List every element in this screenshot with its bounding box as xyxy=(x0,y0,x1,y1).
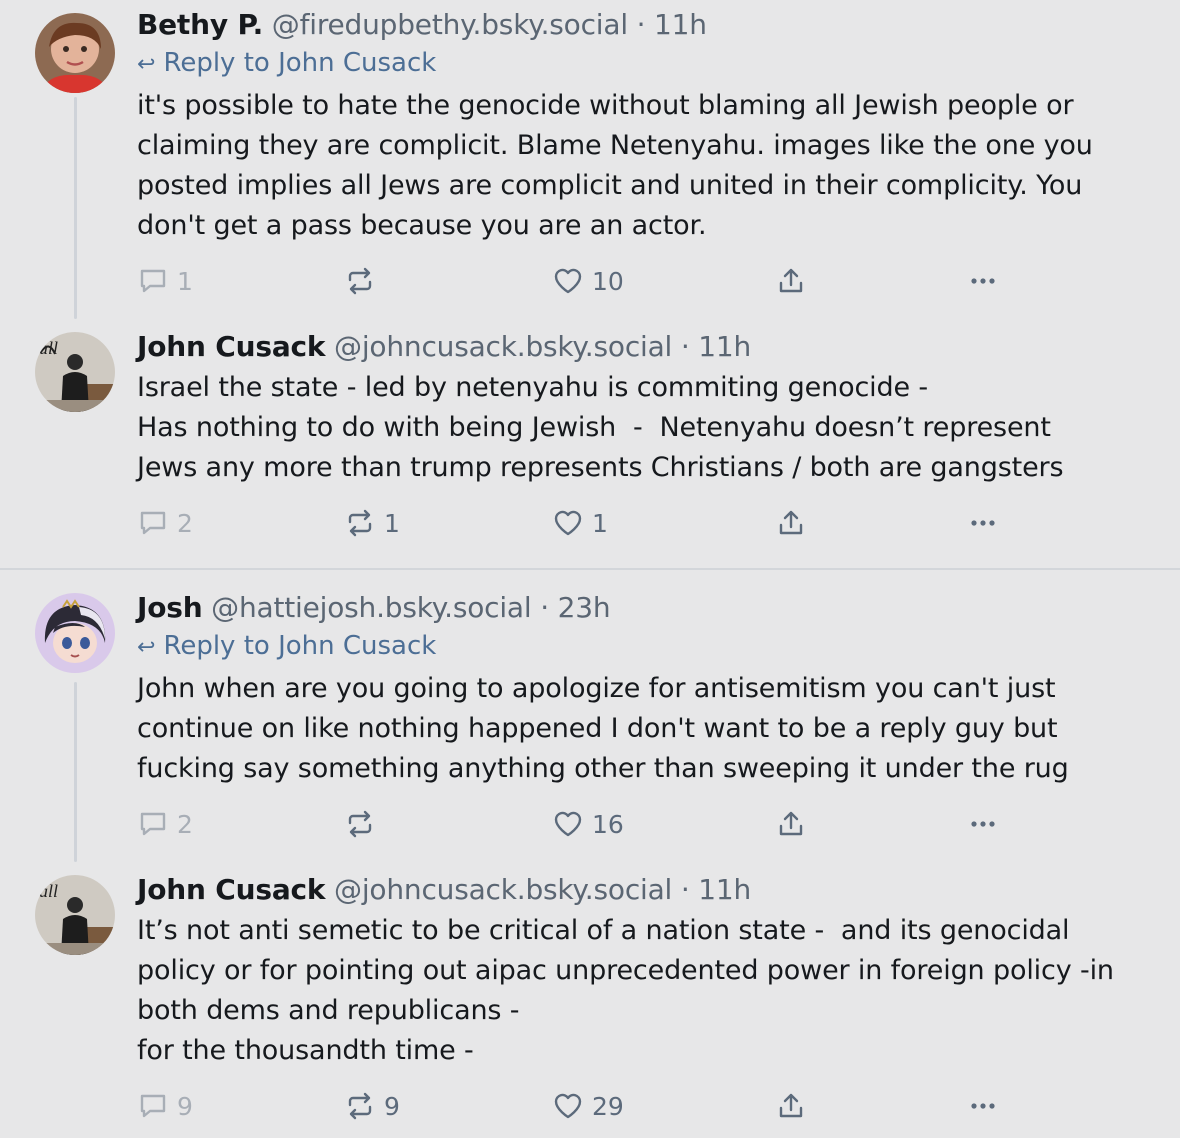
reply-icon xyxy=(140,269,166,293)
like-button[interactable]: 1 xyxy=(552,503,608,543)
post-time[interactable]: 11h xyxy=(698,330,751,363)
avatar[interactable] xyxy=(35,13,115,93)
share-icon xyxy=(779,510,803,535)
more-options-button[interactable] xyxy=(967,804,999,844)
author-handle[interactable]: @johncusack.bsky.social xyxy=(334,330,672,363)
reply-count: 2 xyxy=(177,809,193,839)
heart-icon xyxy=(554,1093,582,1119)
author-handle[interactable]: @firedupbethy.bsky.social xyxy=(272,8,628,41)
separator-dot: · xyxy=(680,873,690,906)
post-header: Bethy P. @firedupbethy.bsky.social · 11h xyxy=(137,8,1170,42)
post-text: Israel the state - led by netenyahu is c… xyxy=(137,372,1064,483)
author-handle[interactable]: @hattiejosh.bsky.social xyxy=(211,591,532,624)
like-count: 10 xyxy=(592,266,624,296)
separator-dot: · xyxy=(636,8,646,41)
post-header: John Cusack @johncusack.bsky.social · 11… xyxy=(137,873,1170,907)
post-time[interactable]: 11h xyxy=(654,8,707,41)
repost-icon xyxy=(348,267,372,295)
post-text: it's possible to hate the genocide witho… xyxy=(137,90,1093,241)
repost-count: 1 xyxy=(384,508,400,538)
repost-icon xyxy=(348,1092,372,1120)
share-button[interactable] xyxy=(775,261,807,301)
svg-text:all: all xyxy=(39,881,58,901)
reply-icon xyxy=(140,1094,166,1118)
reply-button[interactable]: 1 xyxy=(137,261,193,301)
repost-button[interactable]: 9 xyxy=(344,1086,400,1126)
separator-dot: · xyxy=(680,330,690,363)
separator-dot: · xyxy=(540,591,549,624)
repost-button[interactable] xyxy=(344,261,384,301)
reply-count: 2 xyxy=(177,508,193,538)
thread-line xyxy=(74,97,77,319)
reply-count: 1 xyxy=(177,266,193,296)
reply-button[interactable]: 2 xyxy=(137,804,193,844)
post-text: John when are you going to apologize for… xyxy=(137,673,1069,784)
share-icon xyxy=(779,1093,803,1118)
repost-icon xyxy=(348,810,372,838)
like-button[interactable]: 16 xyxy=(552,804,624,844)
reply-to-label: Reply to John Cusack xyxy=(163,48,437,78)
avatar[interactable]: all xyxy=(35,875,115,955)
post-header: John Cusack @johncusack.bsky.social · 11… xyxy=(137,330,1170,364)
post-time[interactable]: 11h xyxy=(698,873,751,906)
more-dots-icon xyxy=(971,1103,995,1109)
author-name[interactable]: Josh xyxy=(137,591,203,624)
reply-icon xyxy=(140,812,166,836)
like-count: 16 xyxy=(592,809,624,839)
author-name[interactable]: John Cusack xyxy=(137,330,326,363)
share-button[interactable] xyxy=(775,503,807,543)
author-handle[interactable]: @johncusack.bsky.social xyxy=(334,873,672,906)
reply-button[interactable]: 9 xyxy=(137,1086,193,1126)
post-actions: 1 10 xyxy=(137,261,1017,301)
post-actions: 2 16 xyxy=(137,804,1017,844)
post-actions: 9 9 29 xyxy=(137,1086,1017,1126)
author-name[interactable]: John Cusack xyxy=(137,873,326,906)
like-button[interactable]: 29 xyxy=(552,1086,624,1126)
like-count: 1 xyxy=(592,508,608,538)
more-dots-icon xyxy=(971,821,995,827)
avatar-image-josh xyxy=(35,593,115,673)
avatar[interactable]: all xyxy=(35,332,115,412)
post-text: It’s not anti semetic to be critical of … xyxy=(137,915,1114,1066)
reply-button[interactable]: 2 xyxy=(137,503,193,543)
repost-icon xyxy=(348,509,372,537)
author-name[interactable]: Bethy P. xyxy=(137,8,263,41)
repost-button[interactable] xyxy=(344,804,384,844)
repost-count: 9 xyxy=(384,1091,400,1121)
thread-divider xyxy=(0,568,1180,570)
avatar-image-john-cusack: all xyxy=(35,332,115,412)
heart-icon xyxy=(554,510,582,536)
share-icon xyxy=(779,268,803,293)
repost-button[interactable]: 1 xyxy=(344,503,400,543)
share-icon xyxy=(779,811,803,836)
share-button[interactable] xyxy=(775,804,807,844)
reply-icon xyxy=(140,511,166,535)
reply-to-link[interactable]: ↩ Reply to John Cusack xyxy=(137,629,1170,665)
more-options-button[interactable] xyxy=(967,1086,999,1126)
reply-arrow-icon: ↩ xyxy=(137,635,156,660)
reply-to-link[interactable]: ↩ Reply to John Cusack xyxy=(137,46,1170,82)
avatar[interactable] xyxy=(35,593,115,673)
avatar-image-john-cusack: all xyxy=(35,875,115,955)
like-count: 29 xyxy=(592,1091,624,1121)
more-options-button[interactable] xyxy=(967,503,999,543)
more-options-button[interactable] xyxy=(967,261,999,301)
avatar-image-bethy xyxy=(35,13,115,93)
share-button[interactable] xyxy=(775,1086,807,1126)
post-actions: 2 1 1 xyxy=(137,503,1017,543)
heart-icon xyxy=(554,268,582,294)
reply-count: 9 xyxy=(177,1091,193,1121)
post-header: Josh @hattiejosh.bsky.social · 23h xyxy=(137,591,1170,625)
svg-text:all: all xyxy=(39,338,58,358)
like-button[interactable]: 10 xyxy=(552,261,624,301)
thread-line xyxy=(74,682,77,862)
reply-arrow-icon: ↩ xyxy=(137,52,156,77)
heart-icon xyxy=(554,811,582,837)
post-time[interactable]: 23h xyxy=(558,591,611,624)
more-dots-icon xyxy=(971,278,995,284)
more-dots-icon xyxy=(971,520,995,526)
reply-to-label: Reply to John Cusack xyxy=(163,631,437,661)
